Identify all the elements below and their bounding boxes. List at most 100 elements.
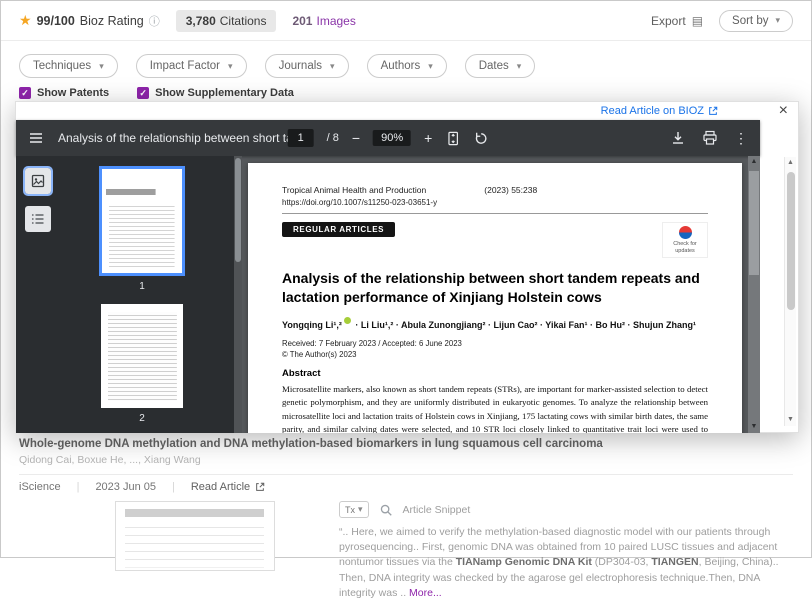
external-link-icon	[708, 106, 718, 116]
abstract-text: Microsatellite markers, also known as sh…	[282, 383, 708, 433]
scrollbar-thumb[interactable]	[787, 172, 795, 310]
pdf-viewer: Analysis of the relationship between sho…	[16, 120, 760, 433]
snippet-column: Tx ▾ Article Snippet “.. Here, we aimed …	[339, 501, 793, 601]
pdf-controls: 1 / 8 − 90% +	[288, 129, 489, 147]
filter-label: Impact Factor	[150, 60, 220, 72]
zoom-out-icon[interactable]: −	[352, 130, 360, 146]
menu-icon[interactable]	[28, 130, 44, 146]
result-authors: Qidong Cai, Boxue He, ..., Xiang Wang	[19, 454, 793, 466]
chevron-down-icon: ▾	[517, 61, 522, 72]
page-thumbnail-1[interactable]	[99, 166, 185, 276]
article-figure-thumbnail[interactable]	[115, 501, 275, 571]
pdf-scrollbar[interactable]: ▲ ▼	[748, 156, 760, 433]
scroll-down-icon[interactable]: ▼	[751, 421, 758, 433]
info-icon[interactable]: ⓘ	[149, 13, 160, 29]
result-meta: iScience | 2023 Jun 05 | Read Article	[19, 481, 793, 493]
journal-name: Tropical Animal Health and Production	[282, 185, 426, 195]
result-title[interactable]: Whole-genome DNA methylation and DNA met…	[19, 438, 793, 450]
crossmark-badge[interactable]: Check for updates	[662, 222, 708, 258]
sidebar-view-toggles	[25, 168, 51, 232]
page-number-input[interactable]: 1	[288, 129, 314, 147]
rotate-icon[interactable]	[473, 131, 488, 146]
print-icon[interactable]	[702, 130, 718, 146]
journal-issue: (2023) 55:238	[484, 185, 537, 195]
copyright: © The Author(s) 2023	[282, 350, 708, 359]
result-journal: iScience	[19, 481, 61, 493]
received-accepted: Received: 7 February 2023 / Accepted: 6 …	[282, 339, 708, 348]
thumbnail-label: 1	[139, 281, 145, 292]
toggle-bar: ✓ Show Patents ✓ Show Supplementary Data	[19, 87, 294, 99]
results-header: ★ 99/100 Bioz Rating ⓘ 3,780 Citations 2…	[1, 1, 811, 41]
separator: |	[172, 481, 175, 493]
scrollbar-thumb[interactable]	[749, 171, 759, 275]
sort-by-label: Sort by	[732, 15, 768, 27]
scrollbar-thumb[interactable]	[235, 158, 241, 262]
abstract-heading: Abstract	[282, 368, 708, 379]
chevron-down-icon: ▾	[775, 15, 780, 26]
thumbnails-view-button[interactable]	[25, 168, 51, 194]
star-icon: ★	[19, 12, 32, 29]
separator: |	[77, 481, 80, 493]
more-vertical-icon[interactable]: ⋮	[734, 130, 748, 147]
pdf-sidebar: 1 2	[16, 156, 242, 433]
sort-by-button[interactable]: Sort by ▾	[719, 10, 793, 32]
read-article-on-bioz-link[interactable]: Read Article on BIOZ	[601, 105, 718, 117]
toggle-show-supplementary-data[interactable]: ✓ Show Supplementary Data	[137, 87, 294, 99]
citations-count: 3,780	[186, 14, 216, 28]
tx-dropdown[interactable]: Tx ▾	[339, 501, 369, 518]
more-link[interactable]: More...	[409, 587, 442, 599]
read-article-link[interactable]: Read Article	[191, 481, 265, 493]
tab-citations[interactable]: 3,780 Citations	[176, 10, 277, 32]
tab-images[interactable]: 201 Images	[292, 14, 355, 28]
scroll-up-icon[interactable]: ▲	[751, 156, 758, 168]
result-date: 2023 Jun 05	[95, 481, 156, 493]
modal-scrollbar[interactable]: ▲ ▼	[784, 157, 796, 426]
download-icon[interactable]	[670, 130, 686, 146]
checkbox-icon: ✓	[137, 87, 149, 99]
export-button[interactable]: Export ▤	[651, 14, 703, 28]
filter-label: Authors	[381, 60, 421, 72]
tx-label: Tx	[345, 505, 355, 515]
chevron-down-icon: ▾	[99, 61, 104, 72]
chevron-down-icon: ▾	[428, 61, 433, 72]
read-article-on-bioz-label: Read Article on BIOZ	[601, 105, 704, 117]
pdf-toolbar: Analysis of the relationship between sho…	[16, 120, 760, 156]
fit-page-icon[interactable]	[445, 131, 460, 146]
divider	[19, 474, 793, 475]
filter-techniques[interactable]: Techniques ▾	[19, 54, 118, 78]
filter-journals[interactable]: Journals ▾	[265, 54, 349, 78]
page-thumbnail-2[interactable]	[101, 304, 183, 408]
zoom-level[interactable]: 90%	[373, 130, 411, 146]
pdf-page: Tropical Animal Health and Production (2…	[248, 163, 742, 433]
filter-dates[interactable]: Dates ▾	[465, 54, 536, 78]
toggle-label: Show Supplementary Data	[155, 87, 294, 99]
pdf-viewer-body: 1 2 Tropical Animal Health and Productio…	[16, 156, 760, 433]
article-preview-modal: Read Article on BIOZ × Analysis of the r…	[15, 101, 799, 433]
crossmark-icon	[679, 226, 692, 239]
read-article-label: Read Article	[191, 481, 250, 493]
filter-label: Journals	[279, 60, 322, 72]
citations-label: Citations	[220, 14, 267, 28]
snippet-text: “.. Here, we aimed to verify the methyla…	[339, 525, 793, 601]
toggle-show-patents[interactable]: ✓ Show Patents	[19, 87, 109, 99]
divider	[282, 213, 708, 214]
result-content: Tx ▾ Article Snippet “.. Here, we aimed …	[19, 501, 793, 601]
outline-view-button[interactable]	[25, 206, 51, 232]
filter-label: Dates	[479, 60, 509, 72]
zoom-in-icon[interactable]: +	[424, 130, 432, 146]
orcid-icon[interactable]	[344, 317, 351, 324]
filter-authors[interactable]: Authors ▾	[367, 54, 447, 78]
scroll-up-icon[interactable]: ▲	[787, 157, 794, 169]
rating-score: 99/100	[37, 14, 75, 28]
snippet-vendor: TIANGEN	[651, 556, 698, 568]
scroll-down-icon[interactable]: ▼	[787, 414, 794, 426]
outline-icon	[30, 211, 46, 227]
doi-link[interactable]: https://doi.org/10.1007/s11250-023-03651…	[282, 198, 708, 207]
search-icon[interactable]	[379, 503, 393, 517]
close-icon[interactable]: ×	[779, 102, 788, 120]
filter-impact-factor[interactable]: Impact Factor ▾	[136, 54, 247, 78]
result-item: Whole-genome DNA methylation and DNA met…	[1, 435, 811, 601]
page-thumbnails: 1 2	[58, 166, 226, 436]
sidebar-scrollbar[interactable]	[234, 156, 242, 433]
chevron-down-icon: ▾	[330, 61, 335, 72]
